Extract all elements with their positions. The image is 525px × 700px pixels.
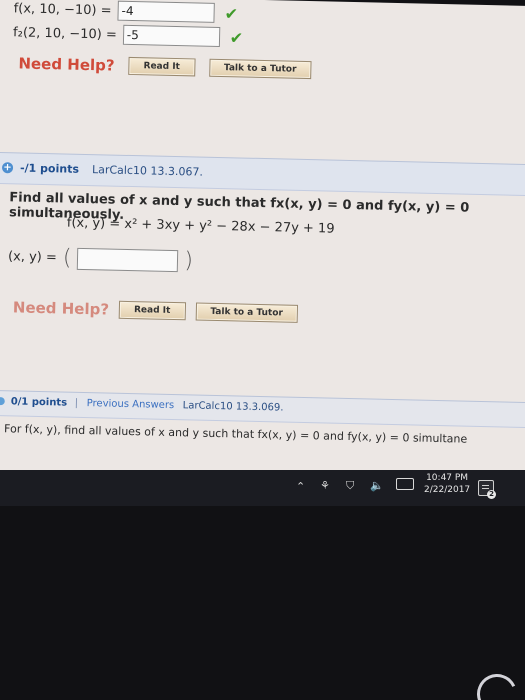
answer-row: (x, y) = ( ): [7, 244, 194, 274]
next-question-prompt: For f(x, y), find all values of x and y …: [3, 422, 468, 446]
help-row: Need Help? Read It Talk to a Tutor: [12, 298, 299, 323]
people-icon[interactable]: ⚘: [320, 479, 330, 492]
question-points: -/1 points: [19, 161, 80, 176]
close-paren: ): [184, 248, 194, 274]
read-it-button[interactable]: Read It: [118, 300, 186, 321]
prev-answer-field-2[interactable]: -5: [122, 24, 221, 47]
webassign-page: f(x, 10, −10) = -4 ✔ f₂(2, 10, −10) = -5…: [0, 0, 525, 483]
photo-of-screen: f(x, 10, −10) = -4 ✔ f₂(2, 10, −10) = -5…: [0, 0, 525, 700]
prev-answer-row-1: f(x, 10, −10) = -4 ✔: [13, 0, 238, 23]
screen-glare: [471, 668, 523, 700]
prev-function-label-1: f(x, 10, −10) =: [13, 0, 112, 19]
read-it-button[interactable]: Read It: [128, 56, 196, 77]
speaker-icon[interactable]: 🔈: [370, 479, 384, 492]
answer-label: (x, y) =: [7, 249, 58, 266]
prev-help-row: Need Help? Read It Talk to a Tutor: [18, 54, 312, 80]
prev-function-label-2: f₂(2, 10, −10) =: [12, 24, 118, 43]
shield-icon[interactable]: ⛉: [346, 479, 354, 493]
expand-dot-icon[interactable]: [0, 397, 5, 406]
system-clock[interactable]: 10:47 PM 2/22/2017: [424, 472, 470, 496]
next-question-header: 0/1 points | Previous Answers LarCalc10 …: [0, 389, 525, 429]
prev-answer-row-2: f₂(2, 10, −10) = -5 ✔: [13, 22, 244, 47]
prev-answer-field-1[interactable]: -4: [117, 0, 215, 23]
expand-plus-icon[interactable]: +: [1, 162, 14, 174]
question-header: + -/1 points LarCalc10 13.3.067.: [0, 151, 525, 197]
notification-count-badge: 2: [487, 490, 496, 499]
answer-input[interactable]: [77, 247, 179, 272]
next-question-points: 0/1 points: [10, 396, 68, 409]
previous-answers-link[interactable]: Previous Answers: [87, 398, 175, 411]
check-icon: ✔: [229, 27, 244, 48]
check-icon: ✔: [224, 3, 239, 23]
separator: |: [74, 397, 79, 409]
talk-to-tutor-button[interactable]: Talk to a Tutor: [208, 58, 312, 80]
next-question-id: LarCalc10 13.3.069.: [182, 400, 284, 414]
need-help-label: Need Help?: [18, 54, 115, 75]
open-paren: (: [62, 245, 72, 271]
clock-date: 2/22/2017: [424, 485, 471, 495]
need-help-label: Need Help?: [12, 298, 110, 319]
chevron-up-icon[interactable]: ⌃: [296, 480, 305, 493]
question-id: LarCalc10 13.3.067.: [91, 163, 204, 179]
talk-to-tutor-button[interactable]: Talk to a Tutor: [195, 302, 299, 323]
keyboard-icon[interactable]: [396, 478, 414, 490]
clock-time: 10:47 PM: [426, 473, 469, 483]
